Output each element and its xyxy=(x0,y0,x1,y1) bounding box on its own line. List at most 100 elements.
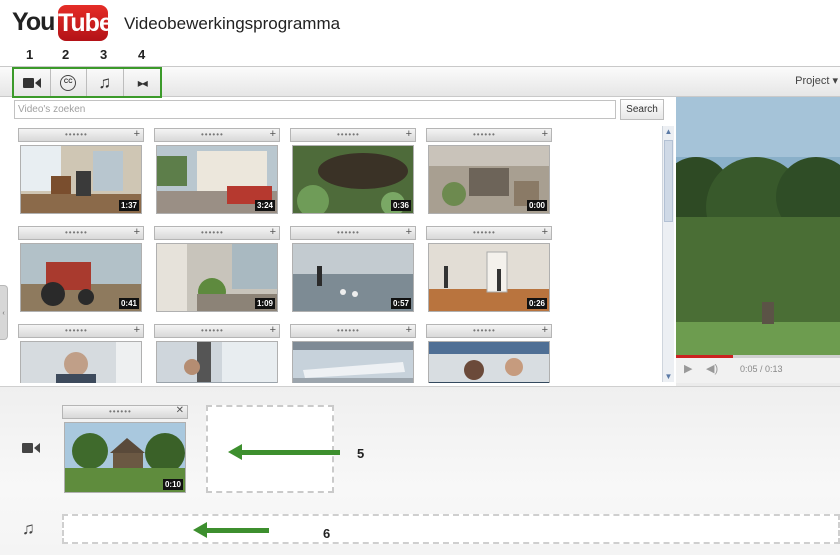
clip-thumbnail xyxy=(156,341,278,383)
clip-thumbnail: 0:26 xyxy=(428,243,550,312)
clip-handle[interactable]: •••••• ✕ xyxy=(62,405,188,419)
progress-fill xyxy=(676,355,734,358)
arrow-5-icon xyxy=(228,444,340,460)
add-icon[interactable]: + xyxy=(134,324,140,336)
add-icon[interactable]: + xyxy=(134,226,140,238)
clip-handle[interactable]: •••••• + xyxy=(18,324,144,338)
clip-card[interactable]: •••••• + 0:26 xyxy=(426,226,552,312)
clip-handle[interactable]: •••••• + xyxy=(18,226,144,240)
preview-image[interactable] xyxy=(676,97,840,355)
audio-drop-zone[interactable] xyxy=(62,514,840,544)
label-number-5: 5 xyxy=(357,446,365,461)
timeline-clip[interactable]: •••••• ✕ 0:10 xyxy=(62,405,188,493)
clip-handle[interactable]: •••••• + xyxy=(426,128,552,142)
clip-duration: 0:10 xyxy=(162,479,183,490)
add-icon[interactable]: + xyxy=(270,324,276,336)
label-number-4: 4 xyxy=(138,47,146,62)
audio-tab-button[interactable]: ♫ xyxy=(87,69,124,96)
clip-duration: 0:57 xyxy=(390,298,411,309)
clip-grid-scrollbar[interactable]: ▲ ▼ xyxy=(662,126,674,382)
clip-thumbnail: 0:57 xyxy=(292,243,414,312)
clip-handle[interactable]: •••••• + xyxy=(290,324,416,338)
clip-card[interactable]: •••••• + 3:24 xyxy=(154,128,280,214)
clip-thumbnail: 0:00 xyxy=(428,145,550,214)
clip-handle[interactable]: •••••• + xyxy=(426,324,552,338)
clip-card[interactable]: •••••• + xyxy=(290,324,416,383)
tool-group: CC ♫ ▸◂ xyxy=(12,67,162,98)
add-icon[interactable]: + xyxy=(542,128,548,140)
scroll-down-icon[interactable]: ▼ xyxy=(663,371,674,382)
video-preview: ▶ ◀) 0:05 / 0:13 xyxy=(676,97,840,387)
clip-handle[interactable]: •••••• + xyxy=(290,128,416,142)
clip-thumbnail xyxy=(292,341,414,383)
clip-card[interactable]: •••••• + xyxy=(154,324,280,383)
project-menu-button[interactable]: Project ▾ xyxy=(795,74,838,87)
clip-duration: 0:41 xyxy=(118,298,139,309)
clip-card[interactable]: •••••• + 0:00 xyxy=(426,128,552,214)
add-icon[interactable]: + xyxy=(406,324,412,336)
video-camera-icon xyxy=(22,77,41,88)
add-icon[interactable]: + xyxy=(134,128,140,140)
clip-handle[interactable]: •••••• + xyxy=(290,226,416,240)
video-drop-zone[interactable] xyxy=(206,405,334,493)
clip-handle[interactable]: •••••• + xyxy=(18,128,144,142)
video-track-icon xyxy=(22,443,40,453)
clip-card[interactable]: •••••• + 1:09 xyxy=(154,226,280,312)
volume-icon[interactable]: ◀) xyxy=(706,362,718,375)
toolbar: CC ♫ ▸◂ Project ▾ xyxy=(0,66,840,98)
transitions-tab-button[interactable]: ▸◂ xyxy=(124,69,160,96)
clip-thumbnail: 1:37 xyxy=(20,145,142,214)
clip-card[interactable]: •••••• + 0:41 xyxy=(18,226,144,312)
add-icon[interactable]: + xyxy=(542,324,548,336)
clip-thumbnail: 1:09 xyxy=(156,243,278,312)
play-icon[interactable]: ▶ xyxy=(684,362,692,375)
clip-handle[interactable]: •••••• + xyxy=(426,226,552,240)
clip-thumbnail: 0:10 xyxy=(64,422,186,493)
logo-you: You xyxy=(12,8,55,36)
captions-tab-button[interactable]: CC xyxy=(51,69,87,96)
cc-icon: CC xyxy=(60,74,77,91)
search-bar: Video's zoeken Search xyxy=(14,99,664,121)
label-number-2: 2 xyxy=(62,47,70,62)
add-icon[interactable]: + xyxy=(270,128,276,140)
logo-tube: Tube xyxy=(58,5,113,41)
label-number-1: 1 xyxy=(26,47,34,62)
timeline: •••••• ✕ 0:10 5 ♫ 6 xyxy=(0,386,840,555)
close-icon[interactable]: ✕ xyxy=(176,405,184,416)
add-icon[interactable]: + xyxy=(406,128,412,140)
clip-thumbnail: 0:41 xyxy=(20,243,142,312)
scrollbar-thumb[interactable] xyxy=(664,140,673,222)
add-icon[interactable]: + xyxy=(542,226,548,238)
clip-duration: 0:36 xyxy=(390,200,411,211)
search-button[interactable]: Search xyxy=(620,99,664,120)
header: You Tube Videobewerkingsprogramma xyxy=(0,0,840,50)
time-display: 0:05 / 0:13 xyxy=(740,364,783,374)
clip-duration: 0:00 xyxy=(526,200,547,211)
clip-handle[interactable]: •••••• + xyxy=(154,226,280,240)
preview-controls: ▶ ◀) 0:05 / 0:13 xyxy=(676,355,840,383)
label-number-6: 6 xyxy=(323,526,331,541)
clip-handle[interactable]: •••••• + xyxy=(154,128,280,142)
scroll-up-icon[interactable]: ▲ xyxy=(663,126,674,137)
clip-duration: 1:09 xyxy=(254,298,275,309)
clip-card[interactable]: •••••• + xyxy=(18,324,144,383)
clip-card[interactable]: •••••• + 0:57 xyxy=(290,226,416,312)
clip-thumbnail xyxy=(428,341,550,383)
label-number-3: 3 xyxy=(100,47,108,62)
clip-card[interactable]: •••••• + 1:37 xyxy=(18,128,144,214)
clip-duration: 1:37 xyxy=(118,200,139,211)
search-input[interactable]: Video's zoeken xyxy=(14,100,616,119)
progress-bar[interactable] xyxy=(676,355,840,358)
add-icon[interactable]: + xyxy=(270,226,276,238)
add-icon[interactable]: + xyxy=(406,226,412,238)
collapse-handle[interactable]: ‹ xyxy=(0,285,8,340)
clip-card[interactable]: •••••• + 0:36 xyxy=(290,128,416,214)
video-tab-button[interactable] xyxy=(14,69,51,96)
clip-duration: 3:24 xyxy=(254,200,275,211)
clip-grid: •••••• + 1:37 •••••• + 3:24 •••••• + 0:36 •… xyxy=(18,128,658,383)
clip-handle[interactable]: •••••• + xyxy=(154,324,280,338)
clip-thumbnail: 0:36 xyxy=(292,145,414,214)
clip-card[interactable]: •••••• + xyxy=(426,324,552,383)
clip-thumbnail: 3:24 xyxy=(156,145,278,214)
transition-icon: ▸◂ xyxy=(137,75,148,90)
